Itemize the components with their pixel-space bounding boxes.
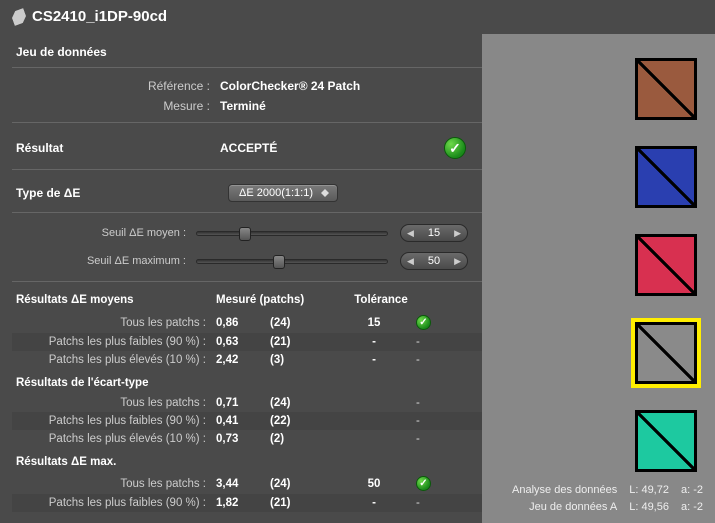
- table-row: Tous les patchs :0,71(24)-: [12, 394, 482, 412]
- reference-value: ColorChecker® 24 Patch: [220, 79, 360, 93]
- chevron-right-icon[interactable]: ▶: [454, 256, 461, 267]
- slider-thumb[interactable]: [239, 227, 251, 241]
- row-patches: (22): [270, 415, 332, 427]
- chevron-left-icon[interactable]: ◀: [407, 228, 414, 239]
- set-L: L: 49,56: [629, 499, 669, 517]
- color-swatch[interactable]: [635, 146, 697, 208]
- row-label: Tous les patchs :: [12, 397, 216, 409]
- result-value: ACCEPTÉ: [220, 141, 444, 155]
- row-label: Patchs les plus élevés (10 %) :: [12, 354, 216, 366]
- row-measured: 0,41: [216, 415, 270, 427]
- deltae-type-dropdown[interactable]: ΔE 2000(1:1:1): [228, 184, 338, 202]
- row-measured: 0,86: [216, 317, 270, 329]
- results-table: Résultats ΔE moyens Mesuré (patchs) Tolé…: [12, 290, 482, 512]
- table-row: Patchs les plus faibles (90 %) :0,63(21)…: [12, 333, 482, 351]
- row-tolerance: -: [332, 497, 416, 509]
- table-row: Tous les patchs :0,86(24)15✓: [12, 312, 482, 333]
- avg-threshold-slider[interactable]: [196, 231, 388, 236]
- row-patches: (2): [270, 433, 332, 445]
- check-icon: ✓: [416, 315, 431, 330]
- row-measured: 0,71: [216, 397, 270, 409]
- title-text: CS2410_i1DP-90cd: [32, 8, 167, 25]
- col-metric: Résultats ΔE moyens: [16, 294, 216, 306]
- set-label: Jeu de données A: [487, 499, 617, 517]
- analysis-L: L: 49,72: [629, 482, 669, 500]
- slider-thumb[interactable]: [273, 255, 285, 269]
- std-heading: Résultats de l'écart-type: [12, 369, 482, 394]
- row-patches: (24): [270, 397, 332, 409]
- table-row: Patchs les plus faibles (90 %) :0,41(22)…: [12, 412, 482, 430]
- row-measured: 2,42: [216, 354, 270, 366]
- col-tolerance: Tolérance: [336, 294, 426, 306]
- row-measured: 0,73: [216, 433, 270, 445]
- check-icon: ✓: [444, 137, 466, 159]
- set-a: a: -2: [681, 499, 703, 517]
- row-label: Patchs les plus faibles (90 %) :: [12, 497, 216, 509]
- chevron-right-icon[interactable]: ▶: [454, 228, 461, 239]
- row-label: Tous les patchs :: [12, 478, 216, 490]
- dataset-heading: Jeu de données: [12, 39, 482, 68]
- row-patches: (21): [270, 336, 332, 348]
- row-label: Patchs les plus faibles (90 %) :: [12, 336, 216, 348]
- avg-threshold-stepper[interactable]: ◀ 15 ▶: [400, 224, 468, 242]
- row-measured: 3,44: [216, 478, 270, 490]
- table-row: Tous les patchs :3,44(24)50✓: [12, 473, 482, 494]
- max-threshold-stepper[interactable]: ◀ 50 ▶: [400, 252, 468, 270]
- avg-threshold-label: Seuil ΔE moyen :: [12, 227, 196, 239]
- color-swatch[interactable]: [635, 234, 697, 296]
- avg-threshold-value: 15: [428, 227, 440, 239]
- color-swatch[interactable]: [635, 410, 697, 472]
- measure-value: Terminé: [220, 99, 266, 113]
- row-measured: 1,82: [216, 497, 270, 509]
- row-patches: (24): [270, 478, 332, 490]
- analysis-label: Analyse des données: [487, 482, 617, 500]
- col-measured: Mesuré (patchs): [216, 294, 336, 306]
- data-readout: Analyse des données L: 49,72 a: -2 Jeu d…: [487, 482, 703, 517]
- row-tolerance: 50: [332, 478, 416, 490]
- row-label: Patchs les plus faibles (90 %) :: [12, 415, 216, 427]
- result-label: Résultat: [16, 141, 220, 155]
- table-row: Patchs les plus élevés (10 %) :0,73(2)-: [12, 430, 482, 448]
- max-threshold-label: Seuil ΔE maximum :: [12, 255, 196, 267]
- row-patches: (24): [270, 317, 332, 329]
- table-row: Patchs les plus faibles (90 %) :1,82(21)…: [12, 494, 482, 512]
- deltae-type-value: ΔE 2000(1:1:1): [239, 187, 313, 199]
- tag-icon: [10, 8, 28, 26]
- color-swatch[interactable]: [635, 322, 697, 384]
- row-label: Tous les patchs :: [12, 317, 216, 329]
- row-measured: 0,63: [216, 336, 270, 348]
- page-title: CS2410_i1DP-90cd: [12, 8, 482, 25]
- row-patches: (21): [270, 497, 332, 509]
- row-tolerance: -: [332, 354, 416, 366]
- row-tolerance: 15: [332, 317, 416, 329]
- analysis-a: a: -2: [681, 482, 703, 500]
- deltae-type-label: Type de ΔE: [16, 186, 228, 200]
- max-heading: Résultats ΔE max.: [12, 448, 482, 473]
- max-threshold-slider[interactable]: [196, 259, 388, 264]
- measure-label: Mesure :: [12, 99, 220, 113]
- reference-label: Référence :: [12, 79, 220, 93]
- row-tolerance: -: [332, 336, 416, 348]
- row-label: Patchs les plus élevés (10 %) :: [12, 433, 216, 445]
- row-patches: (3): [270, 354, 332, 366]
- color-swatch[interactable]: [635, 58, 697, 120]
- table-row: Patchs les plus élevés (10 %) :2,42(3)--: [12, 351, 482, 369]
- chevron-left-icon[interactable]: ◀: [407, 256, 414, 267]
- check-icon: ✓: [416, 476, 431, 491]
- max-threshold-value: 50: [428, 255, 440, 267]
- swatch-panel: Analyse des données L: 49,72 a: -2 Jeu d…: [482, 34, 715, 523]
